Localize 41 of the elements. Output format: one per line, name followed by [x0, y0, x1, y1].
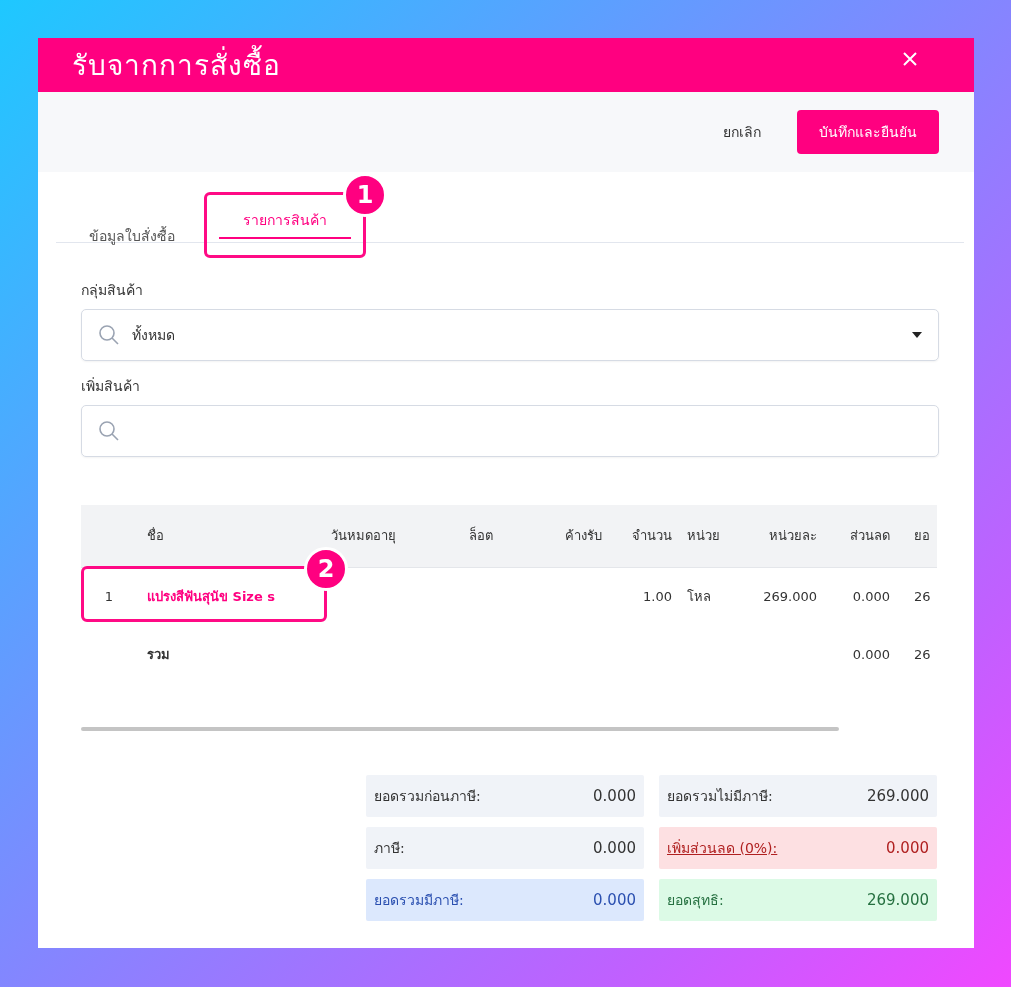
summary-label: ยอดรวมก่อนภาษี: — [374, 787, 481, 806]
column-header: ยอ — [890, 505, 937, 567]
table-cell: โหล — [687, 588, 711, 604]
summary-value: 0.000 — [886, 839, 929, 857]
dropdown-field[interactable]: ทั้งหมด — [81, 309, 939, 361]
column-header: จำนวน — [602, 505, 672, 567]
summary-value: 269.000 — [866, 787, 929, 805]
summary-label: ยอดรวมไม่มีภาษี: — [667, 787, 773, 806]
table-cell: 26 — [914, 646, 931, 662]
total-label: รวม — [147, 646, 170, 662]
table-cell: 1 — [104, 588, 114, 604]
table-cell: 269.000 — [763, 588, 817, 604]
summary-label: ยอดสุทธิ: — [667, 891, 724, 911]
close-icon[interactable] — [902, 51, 918, 67]
summary-value: 0.000 — [593, 787, 636, 805]
column-header: ค้างรับ — [541, 505, 602, 567]
summary-value: 0.000 — [593, 839, 636, 857]
field-label: เพิ่มสินค้า — [81, 376, 141, 396]
column-header: ล็อต — [466, 505, 541, 567]
summary-value: 0.000 — [593, 891, 636, 909]
summary-label: ภาษี: — [374, 839, 405, 858]
summary-value: 269.000 — [866, 891, 929, 909]
column-header: หน่วย — [672, 505, 731, 567]
search-icon — [98, 324, 120, 346]
tab[interactable]: ข้อมูลใบสั่งซื้อ — [89, 225, 175, 255]
cancel-button[interactable]: ยกเลิก — [717, 120, 767, 144]
field-label: กลุ่มสินค้า — [81, 281, 144, 301]
search-icon — [98, 420, 120, 442]
caret-icon — [912, 332, 922, 338]
column-header: หน่วยละ — [731, 505, 817, 567]
table-cell: 26 — [914, 588, 931, 604]
save-button[interactable]: บันทึกและยืนยัน — [797, 110, 939, 154]
product-link[interactable]: แปรงสีฟันสุนัข Size s — [147, 588, 275, 604]
summary-label: ยอดรวมมีภาษี: — [374, 891, 464, 910]
table-cell: 0.000 — [852, 646, 890, 662]
table-cell: 1.00 — [643, 588, 672, 604]
window-title: รับจากการสั่งซื้อ — [72, 43, 281, 87]
callout-badge: 1 — [343, 173, 387, 217]
discount-link[interactable]: เพิ่มส่วนลด (0%): — [667, 837, 778, 859]
column-header: ส่วนลด — [817, 505, 890, 567]
table-cell: 0.000 — [852, 588, 890, 604]
